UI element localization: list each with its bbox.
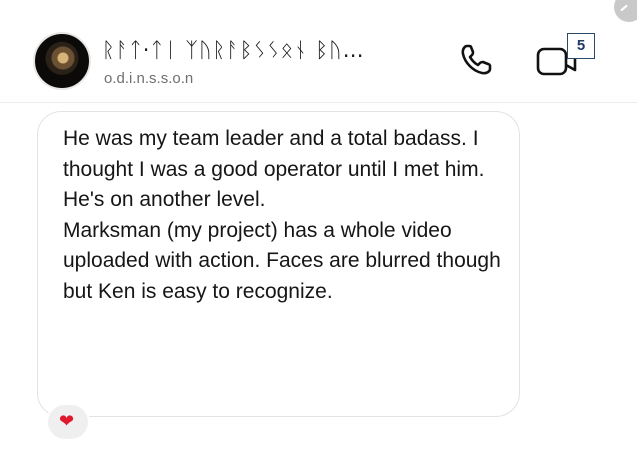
phone-icon — [461, 44, 492, 75]
avatar[interactable] — [33, 32, 91, 90]
contact-name[interactable]: ᚱᚨᛏ·ᛏᛁ ᛉᚢᚱᚨᛒᛊᛊᛟᚾ ᛒᚢ… — [102, 38, 442, 62]
reaction-badge[interactable]: ❤ — [46, 403, 90, 441]
call-button[interactable] — [458, 40, 496, 78]
notification-badge: 5 — [567, 33, 595, 59]
message-paragraph: He was my team leader and a total badass… — [63, 127, 485, 212]
message-paragraph: Marksman (my project) has a whole video … — [63, 218, 501, 303]
heart-icon: ❤ — [59, 411, 75, 432]
check-icon[interactable] — [614, 0, 637, 22]
chat-header: ᚱᚨᛏ·ᛏᛁ ᛉᚢᚱᚨᛒᛊᛊᛟᚾ ᛒᚢ… o.d.i.n.s.s.o.n 5 — [0, 0, 637, 103]
message-text: He was my team leader and a total badass… — [63, 124, 513, 308]
contact-username[interactable]: o.d.i.n.s.s.o.n — [104, 70, 193, 87]
